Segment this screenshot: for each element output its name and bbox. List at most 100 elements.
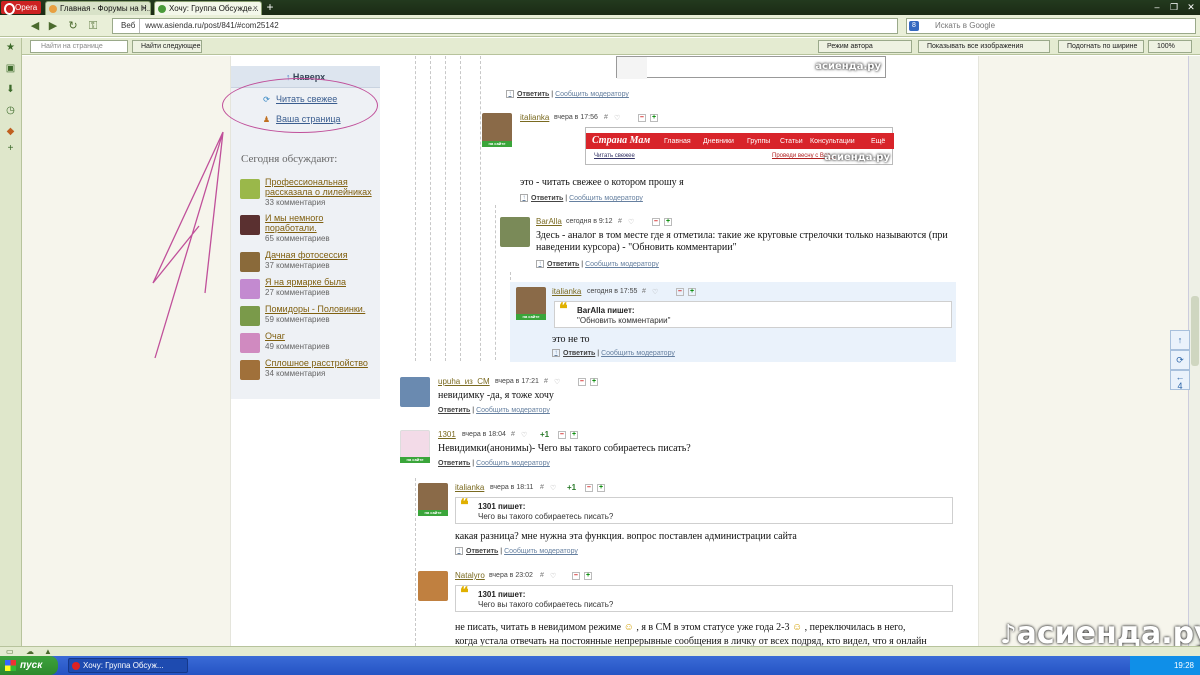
report-link[interactable]: Сообщить модератору — [476, 407, 550, 414]
avatar[interactable] — [482, 113, 512, 143]
restore-icon[interactable]: ❐ — [1167, 1, 1181, 13]
add-panel-icon[interactable]: + — [5, 143, 16, 154]
report-link[interactable]: Сообщить модератору — [569, 195, 643, 202]
up-arrow-icon[interactable]: ↑ — [552, 349, 560, 357]
report-link[interactable]: Сообщить модератору — [585, 261, 659, 268]
up-arrow-icon[interactable]: ↑ — [455, 547, 463, 555]
zoom-select[interactable]: 100% — [1148, 40, 1192, 53]
vote-minus-button[interactable]: – — [558, 431, 566, 439]
widgets-icon[interactable]: ◆ — [5, 126, 16, 137]
comment-author[interactable]: italianka — [455, 483, 484, 492]
up-arrow-icon[interactable]: ↑ — [520, 194, 528, 202]
reply-link[interactable]: Ответить — [531, 195, 563, 202]
vote-plus-button[interactable]: + — [584, 572, 592, 580]
forward-icon[interactable]: ▶ — [46, 19, 60, 33]
discussed-title[interactable]: Помидоры - Половинки. — [265, 304, 377, 314]
permalink-icon[interactable]: # — [540, 484, 544, 491]
report-link[interactable]: Сообщить модератору — [555, 91, 629, 98]
vote-minus-button[interactable]: – — [638, 114, 646, 122]
discussed-item[interactable]: Помидоры - Половинки. 59 комментариев — [240, 304, 380, 326]
comment-author[interactable]: italianka — [520, 113, 549, 122]
author-mode-select[interactable]: Режим автора — [818, 40, 912, 53]
up-arrow-icon[interactable]: ↑ — [506, 90, 514, 98]
discussed-title[interactable]: Профессиональная рассказала о лилейниках — [265, 177, 377, 197]
address-field[interactable]: Веб www.asienda.ru/post/841/#com25142 — [112, 18, 898, 34]
vote-minus-button[interactable]: – — [585, 484, 593, 492]
heart-icon[interactable]: ♡ — [550, 484, 556, 492]
discussed-title[interactable]: Я на ярмарке была — [265, 277, 377, 287]
tab-close-icon[interactable]: × — [142, 2, 147, 15]
reply-link[interactable]: Ответить — [517, 91, 549, 98]
report-link[interactable]: Сообщить модератору — [601, 350, 675, 357]
discussed-title[interactable]: Очаг — [265, 331, 377, 341]
avatar[interactable] — [400, 430, 430, 460]
vote-plus-button[interactable]: + — [650, 114, 658, 122]
heart-icon[interactable]: ♡ — [521, 431, 527, 439]
show-images-button[interactable]: Показывать все изображения — [918, 40, 1050, 53]
tab-forums[interactable]: Главная - Форумы на Н... × — [45, 1, 151, 15]
reply-link[interactable]: Ответить — [563, 350, 595, 357]
fit-width-button[interactable]: Подогнать по ширине — [1058, 40, 1144, 53]
downloads-icon[interactable]: ⬇ — [5, 84, 16, 95]
vote-minus-button[interactable]: – — [652, 218, 660, 226]
reply-link[interactable]: Ответить — [547, 261, 579, 268]
tab-hochu[interactable]: Хочу: Группа Обсужде... × — [154, 1, 262, 15]
vote-plus-button[interactable]: + — [590, 378, 598, 386]
vote-plus-button[interactable]: + — [664, 218, 672, 226]
tab-close-icon[interactable]: × — [253, 2, 258, 15]
discussed-title[interactable]: Сплошное расстройство — [265, 358, 377, 368]
avatar[interactable] — [418, 571, 448, 601]
start-button[interactable]: пуск — [0, 656, 58, 675]
vote-minus-button[interactable]: – — [572, 572, 580, 580]
discussed-item[interactable]: Профессиональная рассказала о лилейниках… — [240, 177, 380, 207]
find-input[interactable]: Найти на странице — [30, 40, 128, 53]
heart-icon[interactable]: ♡ — [614, 114, 620, 122]
comment-author[interactable]: italianka — [552, 287, 581, 296]
discussed-item[interactable]: Сплошное расстройство 34 комментария — [240, 358, 380, 380]
search-field[interactable]: 8 Искать в Google — [906, 18, 1196, 34]
comment-author[interactable]: 1301 — [438, 430, 456, 439]
key-icon[interactable]: ⚿ — [86, 19, 100, 33]
heart-icon[interactable]: ♡ — [550, 572, 556, 580]
vote-plus-button[interactable]: + — [570, 431, 578, 439]
discussed-item[interactable]: И мы немного поработали. 65 комментариев — [240, 213, 380, 243]
comment-author[interactable]: BarAlla — [536, 217, 562, 226]
reply-link[interactable]: Ответить — [438, 407, 470, 414]
permalink-icon[interactable]: # — [642, 288, 646, 295]
find-next-button[interactable]: Найти следующее — [132, 40, 202, 53]
close-window-icon[interactable]: ✕ — [1184, 1, 1198, 13]
scrollbar-thumb[interactable] — [1191, 296, 1199, 366]
reply-link[interactable]: Ответить — [466, 548, 498, 555]
discussed-title[interactable]: И мы немного поработали. — [265, 213, 377, 233]
report-link[interactable]: Сообщить модератору — [476, 460, 550, 467]
avatar[interactable] — [418, 483, 448, 513]
back-icon[interactable]: ◀ — [28, 19, 42, 33]
permalink-icon[interactable]: # — [511, 431, 515, 438]
minimize-icon[interactable]: – — [1150, 1, 1164, 13]
comment-author[interactable]: Natalyro — [455, 571, 485, 580]
vote-plus-button[interactable]: + — [597, 484, 605, 492]
comment-author[interactable]: upuha_из_СМ — [438, 377, 490, 386]
heart-icon[interactable]: ♡ — [628, 218, 634, 226]
permalink-icon[interactable]: # — [540, 572, 544, 579]
report-link[interactable]: Сообщить модератору — [504, 548, 578, 555]
turbo-icon[interactable]: ☁ — [26, 647, 34, 656]
notes-icon[interactable]: ▣ — [5, 63, 16, 74]
discussed-title[interactable]: Дачная фотосессия — [265, 250, 377, 260]
vote-minus-button[interactable]: – — [578, 378, 586, 386]
avatar[interactable] — [516, 287, 546, 317]
panel-toggle-icon[interactable]: ▭ — [6, 647, 14, 656]
scroll-top-icon[interactable]: ↑ — [1170, 330, 1190, 350]
heart-icon[interactable]: ♡ — [652, 288, 658, 296]
reply-link[interactable]: Ответить — [438, 460, 470, 467]
heart-icon[interactable]: ♡ — [554, 378, 560, 386]
discussed-item[interactable]: Я на ярмарке была 27 комментариев — [240, 277, 380, 299]
discussed-item[interactable]: Очаг 49 комментариев — [240, 331, 380, 353]
avatar[interactable] — [500, 217, 530, 247]
opera-menu-button[interactable]: Opera — [1, 1, 41, 15]
bookmarks-icon[interactable]: ★ — [5, 42, 16, 53]
permalink-icon[interactable]: # — [544, 378, 548, 385]
unite-icon[interactable]: ▲ — [44, 647, 52, 656]
taskbar-opera-item[interactable]: Хочу: Группа Обсуж... — [68, 658, 188, 673]
vote-plus-button[interactable]: + — [688, 288, 696, 296]
